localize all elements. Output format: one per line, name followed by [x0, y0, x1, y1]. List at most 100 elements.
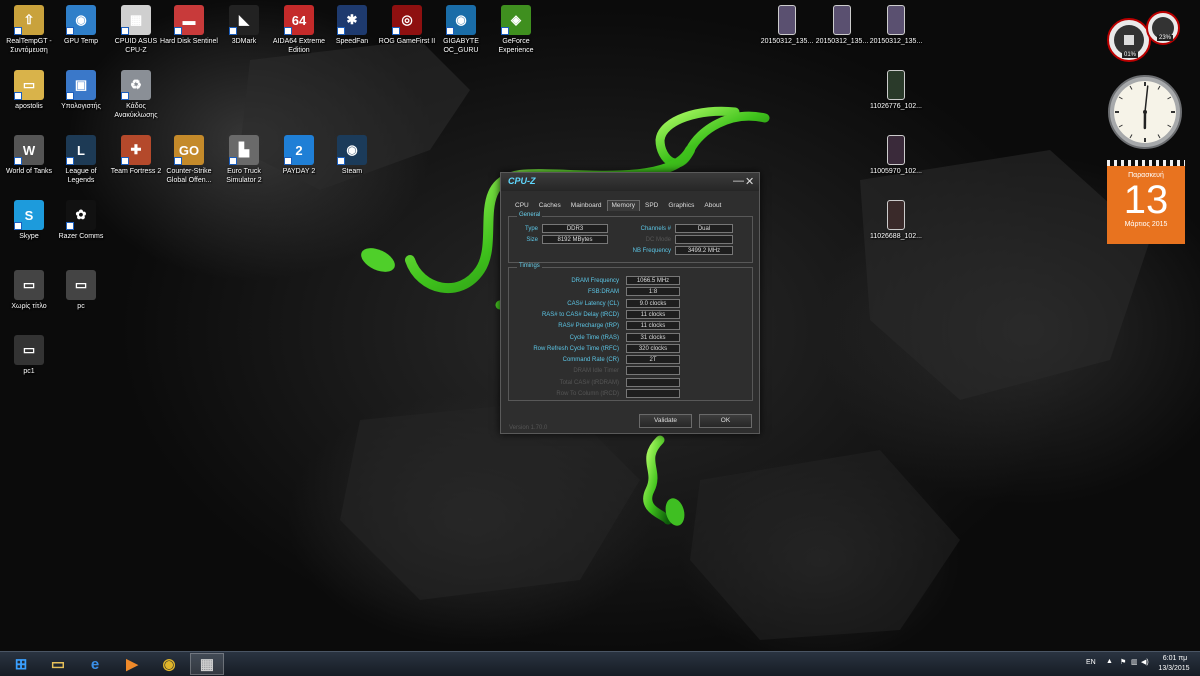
tab-spd[interactable]: SPD [640, 200, 663, 211]
desktop-icon[interactable]: ▦CPUID ASUS CPU-Z [107, 5, 165, 55]
tab-about[interactable]: About [699, 200, 726, 211]
minimize-icon[interactable]: — [733, 175, 744, 187]
tab-memory[interactable]: Memory [607, 200, 640, 211]
tab-mainboard[interactable]: Mainboard [566, 200, 607, 211]
calendar-page: Παρασκευή 13 Μάρτιος 2015 [1107, 166, 1185, 244]
hard-disk-sentinel-icon: ▬ [174, 5, 204, 35]
aida64-icon: 64 [284, 5, 314, 35]
desktop-icon-label: pc1 [0, 367, 58, 376]
team-fortress-2-icon: ✚ [121, 135, 151, 165]
tab-caches[interactable]: Caches [534, 200, 566, 211]
desktop-icon[interactable]: LLeague of Legends [52, 135, 110, 185]
desktop-icon[interactable]: ◉GIGABYTE OC_GURU [432, 5, 490, 55]
taskbar: ⊞ ▭ e ▶ ◉ ▦ EN ▲ ⚑ ▥ ◀) 6:01 πμ 13/3/2015 [0, 651, 1200, 676]
timing-value: 31 clocks [626, 333, 680, 342]
file-explorer-button[interactable]: ▭ [41, 653, 75, 675]
photo-file-icon [887, 135, 905, 165]
desktop-icon[interactable]: ◎ROG GameFirst II [378, 5, 436, 46]
desktop-icon[interactable]: ✱SpeedFan [323, 5, 381, 46]
close-icon[interactable]: ✕ [745, 175, 754, 188]
desktop-icon-label: Counter-Strike Global Offen... [160, 167, 218, 185]
desktop-icon[interactable]: ▭ apostolis [0, 70, 58, 111]
desktop-icon-label: Team Fortress 2 [107, 167, 165, 176]
memory-usage-readout: 23% [1157, 35, 1173, 41]
desktop-icon[interactable]: 11026688_102... [867, 200, 925, 241]
desktop-icon[interactable]: 20150312_135... [867, 5, 925, 46]
timing-label: CAS# Latency (CL) [511, 301, 619, 307]
geforce-experience-icon: ◈ [501, 5, 531, 35]
clock-gadget[interactable] [1107, 74, 1183, 150]
payday-2-icon: 2 [284, 135, 314, 165]
desktop-icon[interactable]: 64 AIDA64 Extreme Edition [270, 5, 328, 55]
language-indicator[interactable]: EN [1086, 659, 1096, 666]
desktop-icon[interactable]: ✿Razer Comms [52, 200, 110, 241]
user-folder-icon: ▭ [14, 70, 44, 100]
desktop-icon[interactable]: 20150312_135... [758, 5, 816, 46]
cpuz-taskbar-button[interactable]: ▦ [190, 653, 224, 675]
desktop-icon[interactable]: ◉GPU Temp [52, 5, 110, 46]
desktop-icon[interactable]: ♻Κάδος Ανακύκλωσης [107, 70, 165, 120]
desktop-icon[interactable]: ✚ Team Fortress 2 [107, 135, 165, 176]
ok-button[interactable]: OK [699, 414, 752, 428]
calendar-day: 13 [1107, 179, 1185, 221]
desktop-icon[interactable]: SSkype [0, 200, 58, 241]
start-icon: ⊞ [15, 655, 28, 673]
desktop-icon[interactable]: ▭Χωρίς τίτλο [0, 270, 58, 311]
chrome-icon: ◉ [162, 655, 175, 673]
show-hidden-icons-icon[interactable]: ▲ [1106, 658, 1113, 665]
network-icon[interactable]: ▥ [1131, 658, 1138, 666]
desktop-icon[interactable]: ▙Euro Truck Simulator 2 [215, 135, 273, 185]
tab-graphics[interactable]: Graphics [663, 200, 699, 211]
desktop-icon[interactable]: ◉Steam [323, 135, 381, 176]
general-group-title: General [517, 212, 542, 218]
3dmark-icon: ◣ [229, 5, 259, 35]
desktop-icon-label: AIDA64 Extreme Edition [270, 37, 328, 55]
desktop-icon-label: Χωρίς τίτλο [0, 302, 58, 311]
timing-value [626, 389, 680, 398]
desktop-icon[interactable]: 20150312_135... [813, 5, 871, 46]
cpu-meter-gadget[interactable]: 01% 23% [1105, 6, 1185, 64]
desktop-icon[interactable]: ▭pc1 [0, 335, 58, 376]
recycle-bin-icon: ♻ [121, 70, 151, 100]
calendar-gadget[interactable]: Παρασκευή 13 Μάρτιος 2015 [1107, 160, 1185, 244]
desktop-icon-label: pc [52, 302, 110, 311]
validate-button[interactable]: Validate [639, 414, 692, 428]
desktop-icon[interactable]: ◣3DMark [215, 5, 273, 46]
timing-label: Row To Column (tRCD) [511, 391, 619, 397]
action-center-icon[interactable]: ⚑ [1120, 658, 1126, 666]
desktop-icon[interactable]: ▣Υπολογιστής [52, 70, 110, 111]
dc-mode-value [675, 235, 733, 244]
desktop-icon-label: apostolis [0, 102, 58, 111]
desktop-icon-label: 11026776_102... [867, 102, 925, 111]
volume-icon[interactable]: ◀) [1141, 658, 1149, 666]
start-button[interactable]: ⊞ [4, 653, 38, 675]
clock-time[interactable]: 6:01 πμ [1157, 655, 1193, 662]
rog-gamefirst-icon: ◎ [392, 5, 422, 35]
chrome-button[interactable]: ◉ [152, 653, 186, 675]
clock-date[interactable]: 13/3/2015 [1154, 665, 1194, 672]
timing-label: Cycle Time (tRAS) [511, 335, 619, 341]
counter-strike-icon: GO [174, 135, 204, 165]
desktop-icon[interactable]: 11026776_102... [867, 70, 925, 111]
media-player-button[interactable]: ▶ [115, 653, 149, 675]
desktop-icon[interactable]: ◈GeForce Experience [487, 5, 545, 55]
timing-value: 11 clocks [626, 321, 680, 330]
desktop[interactable]: ⇧RealTempGT - Συντόμευση◉GPU Temp▦CPUID … [0, 0, 1200, 651]
internet-explorer-button[interactable]: e [78, 653, 112, 675]
tab-cpu[interactable]: CPU [510, 200, 534, 211]
cpuz-titlebar[interactable]: CPU-Z — ✕ [501, 173, 759, 191]
desktop-icon[interactable]: 2PAYDAY 2 [270, 135, 328, 176]
desktop-icon[interactable]: GO Counter-Strike Global Offen... [160, 135, 218, 185]
desktop-icon[interactable]: ▬Hard Disk Sentinel [160, 5, 218, 46]
internet-explorer-icon: e [91, 656, 99, 673]
desktop-icon[interactable]: WWorld of Tanks [0, 135, 58, 176]
desktop-icon[interactable]: 11005970_102... [867, 135, 925, 176]
cpuz-window[interactable]: CPU-Z — ✕ CPUCachesMainboardMemorySPDGra… [500, 172, 760, 434]
desktop-icon[interactable]: ⇧RealTempGT - Συντόμευση [0, 5, 58, 55]
timing-value: 1066.5 MHz [626, 276, 680, 285]
desktop-icon[interactable]: ▭pc [52, 270, 110, 311]
desktop-icon-label: Euro Truck Simulator 2 [215, 167, 273, 185]
desktop-icon-label: Steam [323, 167, 381, 176]
photo-file-icon [887, 5, 905, 35]
desktop-icon-label: GIGABYTE OC_GURU [432, 37, 490, 55]
